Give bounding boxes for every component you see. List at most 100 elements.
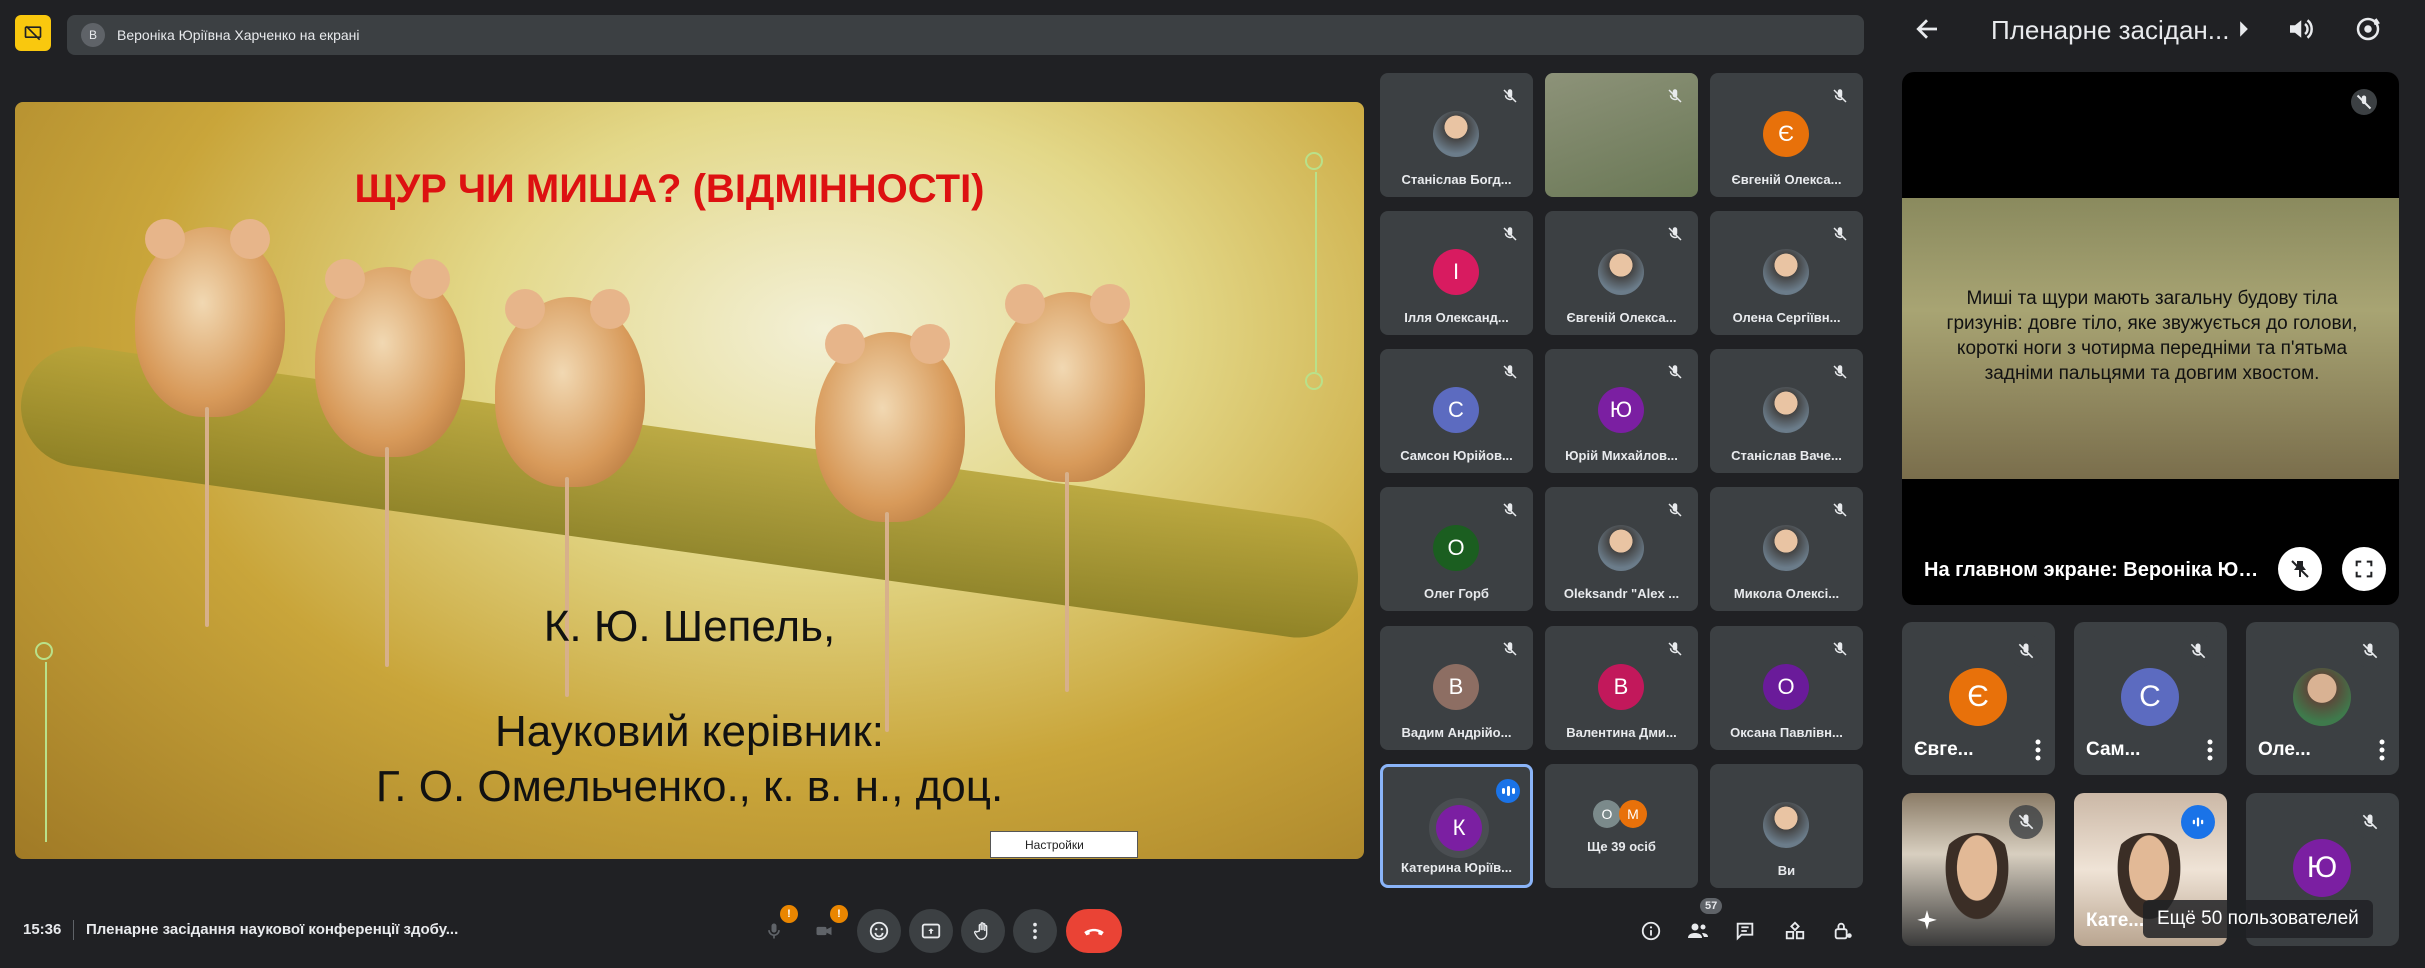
participant-tile[interactable]: Олена Сергіївн... bbox=[1710, 211, 1863, 335]
participant-avatar: Ю bbox=[1598, 387, 1644, 433]
chat-icon bbox=[1736, 922, 1754, 941]
slide-mouse-image bbox=[315, 259, 465, 667]
more-vert-icon[interactable] bbox=[2207, 739, 2213, 761]
hang-up-icon bbox=[1084, 928, 1104, 936]
raise-hand-button[interactable] bbox=[961, 909, 1005, 953]
title-chevron-icon[interactable] bbox=[2237, 20, 2251, 43]
participant-tile[interactable]: О М Ще 39 осіб bbox=[1545, 764, 1698, 888]
more-vert-icon[interactable] bbox=[2379, 739, 2385, 761]
participant-name: Юрій Михайлов... bbox=[1565, 448, 1678, 463]
mic-off-icon bbox=[1833, 89, 1847, 103]
emoji-icon bbox=[869, 921, 889, 941]
participant-tile[interactable]: К Катерина Юріїв... bbox=[1380, 764, 1533, 888]
slide-settings-button[interactable]: Настройки bbox=[990, 831, 1138, 858]
participant-tile[interactable] bbox=[1545, 73, 1698, 197]
slide-author: К. Ю. Шепель, bbox=[543, 602, 836, 651]
participant-tile[interactable]: Станіслав Ваче... bbox=[1710, 349, 1863, 473]
participant-tile[interactable]: І Ілля Олександ... bbox=[1380, 211, 1533, 335]
speaker-button[interactable] bbox=[2285, 14, 2315, 49]
participant-name: Кате... bbox=[2086, 910, 2145, 931]
lock-person-icon bbox=[1834, 922, 1852, 940]
presentation-badge-icon[interactable] bbox=[15, 15, 51, 51]
participant-tile[interactable]: Микола Олексі... bbox=[1710, 487, 1863, 611]
emoji-button[interactable] bbox=[857, 909, 901, 953]
people-count-badge: 57 bbox=[1700, 898, 1723, 914]
participant-tile[interactable]: Oleksandr "Alex ... bbox=[1545, 487, 1698, 611]
participant-photo bbox=[1598, 525, 1644, 571]
switch-camera-button[interactable] bbox=[2353, 14, 2383, 49]
participant-photo bbox=[1763, 802, 1809, 848]
divider bbox=[73, 920, 74, 940]
mobile-participant-tile[interactable] bbox=[1902, 793, 2055, 946]
participant-tile[interactable]: О Олег Горб bbox=[1380, 487, 1533, 611]
participant-avatar: Є bbox=[1763, 111, 1809, 157]
camera-button[interactable]: ! bbox=[802, 905, 848, 953]
participant-photo bbox=[1763, 387, 1809, 433]
activities-icon bbox=[1785, 921, 1805, 940]
more-vert-icon[interactable] bbox=[2035, 739, 2041, 761]
participant-tile[interactable]: О Оксана Павлівн... bbox=[1710, 626, 1863, 750]
chat-button[interactable] bbox=[1728, 914, 1762, 948]
mobile-participant-tile[interactable]: С Сам... bbox=[2074, 622, 2227, 775]
participant-tile[interactable]: С Самсон Юрійов... bbox=[1380, 349, 1533, 473]
participant-photo bbox=[1433, 111, 1479, 157]
presentation-slide: ЩУР ЧИ МИША? (ВІДМІННОСТІ) К. Ю. Шепель,… bbox=[15, 102, 1364, 859]
meeting-title: Пленарне засідання наукової конференції … bbox=[86, 921, 459, 938]
participant-avatar: Ю bbox=[2293, 839, 2351, 897]
presenter-avatar: В bbox=[81, 23, 105, 47]
mic-off-icon bbox=[2181, 634, 2215, 668]
host-controls-button[interactable] bbox=[1826, 914, 1860, 948]
participant-avatar: О bbox=[1433, 525, 1479, 571]
presenter-bar: В Вероніка Юріївна Харченко на екрані bbox=[67, 15, 1864, 55]
back-button[interactable] bbox=[1912, 14, 1942, 49]
participant-name: Ілля Олександ... bbox=[1404, 310, 1509, 325]
present-button[interactable] bbox=[909, 909, 953, 953]
more-vert-icon bbox=[1033, 922, 1037, 940]
participant-avatar: К bbox=[1436, 805, 1482, 851]
participant-name: Оле... bbox=[2258, 739, 2311, 760]
participant-photo bbox=[2293, 668, 2351, 726]
pin-off-button[interactable] bbox=[2278, 547, 2322, 591]
circuit-node bbox=[1305, 372, 1323, 390]
fullscreen-button[interactable] bbox=[2342, 547, 2386, 591]
mobile-participant-tile[interactable]: Є Євге... bbox=[1902, 622, 2055, 775]
participant-tile[interactable]: Ви bbox=[1710, 764, 1863, 888]
microphone-button[interactable]: ! bbox=[752, 905, 798, 953]
mobile-participant-tile[interactable]: Оле... bbox=[2246, 622, 2399, 775]
participant-name: Ви bbox=[1777, 863, 1796, 878]
more-people-avatar: М bbox=[1619, 800, 1647, 828]
meeting-info-button[interactable] bbox=[1634, 914, 1668, 948]
mic-off-icon bbox=[1503, 503, 1517, 517]
mic-off-icon bbox=[1833, 365, 1847, 379]
slide-mouse-image bbox=[495, 289, 645, 697]
main-stage-video[interactable]: Миші та щури мають загальну будову тіла … bbox=[1902, 72, 2399, 605]
arrow-back-icon bbox=[1916, 19, 1937, 39]
mic-off-icon bbox=[2009, 805, 2043, 839]
pin-off-icon bbox=[2291, 560, 2309, 578]
participant-tile[interactable]: В Валентина Дми... bbox=[1545, 626, 1698, 750]
sparkle-icon[interactable] bbox=[1914, 908, 1940, 934]
more-options-button[interactable] bbox=[1013, 909, 1057, 953]
participant-tile[interactable]: Ю Юрій Михайлов... bbox=[1545, 349, 1698, 473]
mic-off-icon bbox=[1503, 89, 1517, 103]
participant-photo bbox=[1598, 249, 1644, 295]
slide-mouse-image bbox=[815, 324, 965, 732]
mic-warning-badge: ! bbox=[780, 905, 798, 923]
mobile-meeting-title[interactable]: Пленарне засідан... bbox=[1991, 15, 2231, 46]
mic-off-icon bbox=[1503, 642, 1517, 656]
slide-supervisor-label: Науковий керівник: bbox=[495, 707, 884, 756]
participant-tile[interactable]: В Вадим Андрійо... bbox=[1380, 626, 1533, 750]
mic-off-icon bbox=[2353, 805, 2387, 839]
leave-call-button[interactable] bbox=[1066, 909, 1122, 953]
fullscreen-icon bbox=[2355, 560, 2373, 578]
activities-button[interactable] bbox=[1778, 914, 1812, 948]
more-users-label[interactable]: Ещё 50 пользователей bbox=[2143, 900, 2373, 938]
participant-name: Євгеній Олекса... bbox=[1566, 310, 1677, 325]
participant-tile[interactable]: Євгеній Олекса... bbox=[1545, 211, 1698, 335]
more-people-avatars: ОМ bbox=[1593, 800, 1647, 828]
participant-avatar: О bbox=[1763, 664, 1809, 710]
participant-tile[interactable]: Станіслав Богд... bbox=[1380, 73, 1533, 197]
participant-name: Оксана Павлівн... bbox=[1730, 725, 1843, 740]
people-button[interactable] bbox=[1681, 914, 1715, 948]
participant-tile[interactable]: Є Євгеній Олекса... bbox=[1710, 73, 1863, 197]
